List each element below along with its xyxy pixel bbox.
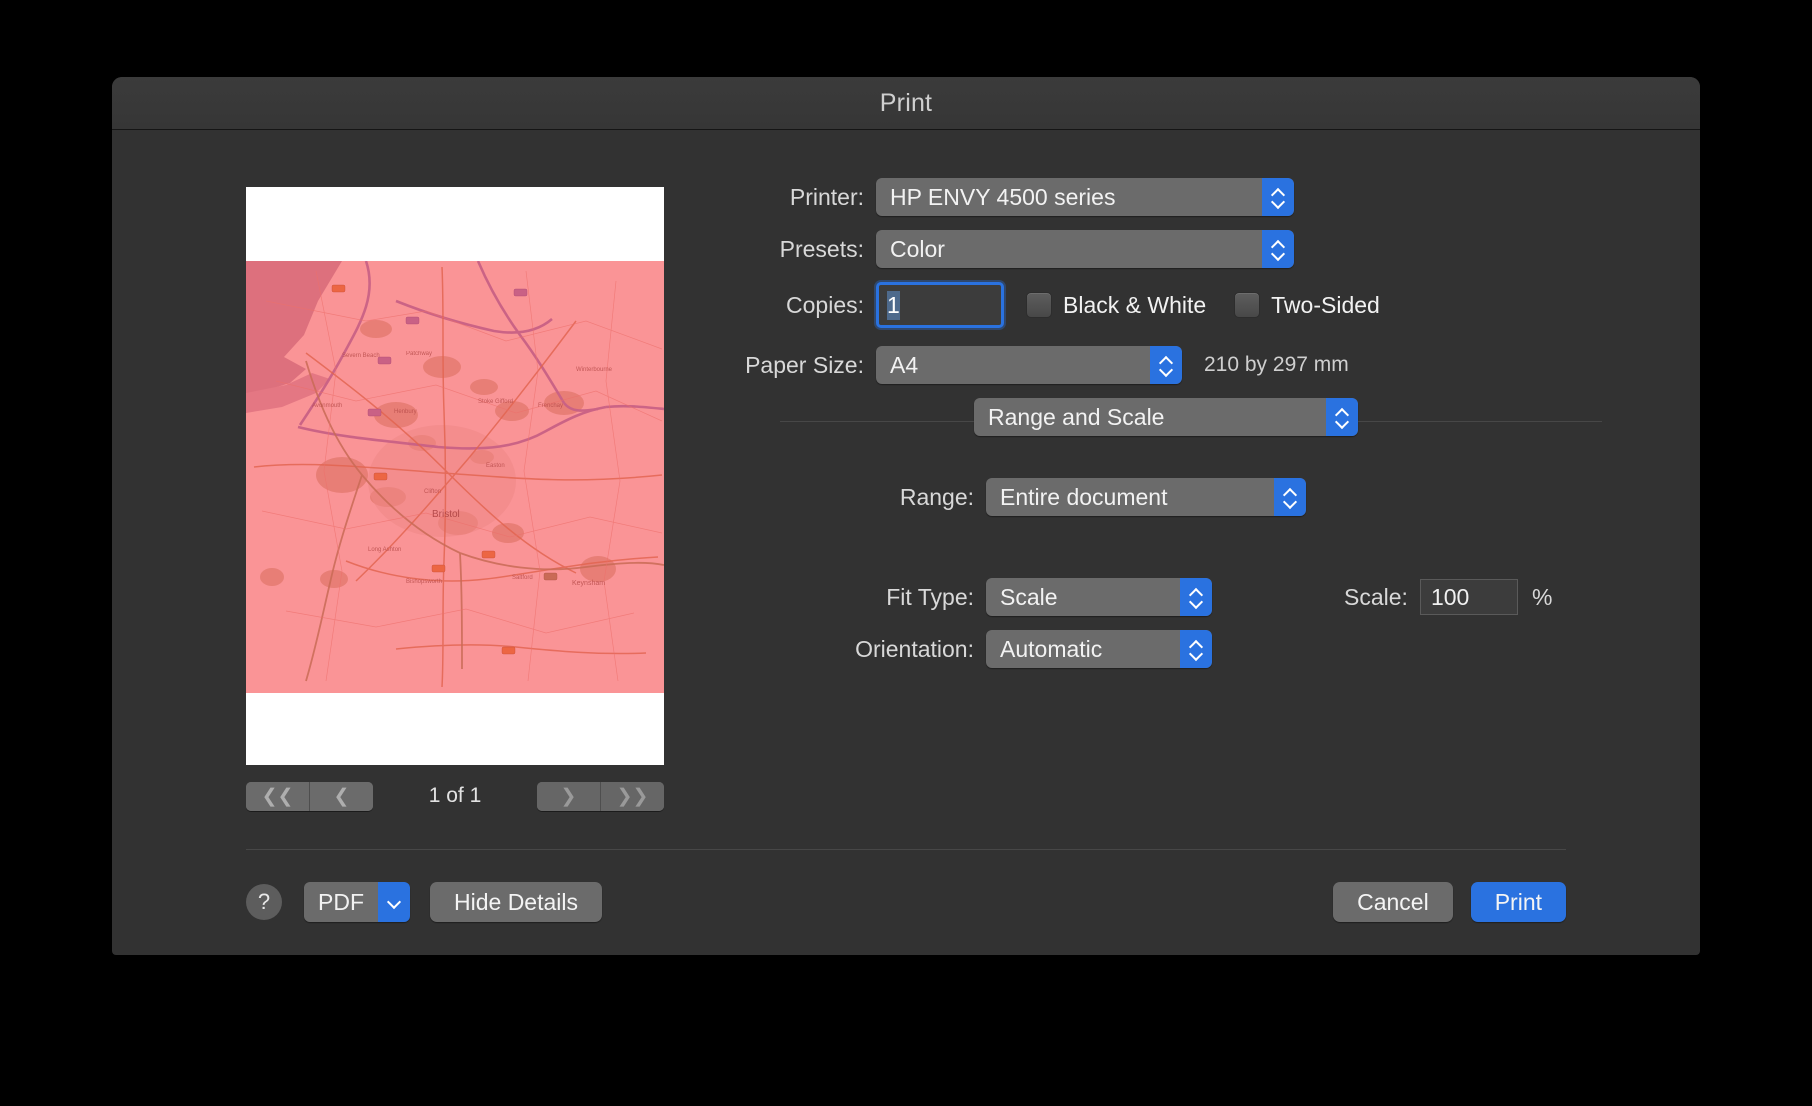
scale-label: Scale:: [1344, 583, 1408, 610]
scale-input[interactable]: 100: [1419, 579, 1518, 615]
cancel-button[interactable]: Cancel: [1333, 882, 1453, 922]
screen: Print ❮❮ ❮ 1 of 1 ❯ ❯❯ Printer: HP ENVY …: [0, 0, 1812, 1106]
orientation-stepper-icon[interactable]: [1180, 630, 1212, 668]
fit-type-select[interactable]: Scale: [986, 578, 1212, 616]
two-sided-checkbox-group[interactable]: Two-Sided: [1234, 292, 1380, 319]
print-button[interactable]: Print: [1470, 882, 1566, 922]
printer-label: Printer:: [789, 183, 864, 210]
paper-size-row: Paper Size: A4 210 by 297 mm: [702, 346, 1602, 384]
presets-value: Color: [890, 235, 945, 262]
fit-type-label: Fit Type:: [886, 583, 974, 610]
printer-row: Printer: HP ENVY 4500 series: [702, 178, 1602, 216]
two-sided-label: Two-Sided: [1271, 291, 1380, 318]
paper-dimensions-note: 210 by 297 mm: [1204, 353, 1349, 376]
print-pane-value: Range and Scale: [988, 403, 1165, 430]
preview-column: Bristol Keynsham Easton Clifton Frenchay…: [246, 187, 664, 811]
range-label: Range:: [899, 483, 974, 510]
dialog-footer: ? PDF Hide Details Cancel Print: [246, 876, 1566, 928]
copies-value: 1: [887, 290, 900, 320]
copies-label: Copies:: [786, 291, 864, 318]
copies-input[interactable]: 1: [876, 282, 1004, 328]
printer-select[interactable]: HP ENVY 4500 series: [876, 178, 1294, 216]
print-pane-select[interactable]: Range and Scale: [974, 398, 1358, 436]
paper-size-label: Paper Size:: [745, 351, 864, 378]
footer-separator: [246, 849, 1566, 850]
last-page-button[interactable]: ❯❯: [599, 781, 664, 811]
range-stepper-icon[interactable]: [1274, 478, 1306, 516]
page-indicator: 1 of 1: [428, 784, 482, 807]
paper-size-select[interactable]: A4: [876, 346, 1182, 384]
previous-page-button[interactable]: ❮: [309, 781, 373, 811]
dialog-titlebar: Print: [112, 77, 1700, 130]
nav-group-back: ❮❮ ❮: [246, 781, 373, 811]
map-preview-image: Bristol Keynsham Easton Clifton Frenchay…: [246, 261, 664, 693]
paper-size-value: A4: [890, 351, 919, 378]
pdf-button[interactable]: PDF: [304, 882, 410, 922]
dialog-title: Print: [879, 88, 933, 117]
orientation-label: Orientation:: [855, 635, 974, 662]
orientation-select[interactable]: Automatic: [986, 630, 1212, 668]
presets-stepper-icon[interactable]: [1262, 230, 1294, 268]
copies-row: Copies: 1 Black & White Two-Sided: [702, 282, 1602, 328]
nav-group-forward: ❯ ❯❯: [536, 781, 664, 811]
black-and-white-checkbox-group[interactable]: Black & White: [1026, 292, 1206, 319]
map-color-overlay: [246, 261, 664, 693]
next-page-button[interactable]: ❯: [536, 781, 600, 811]
range-select[interactable]: Entire document: [986, 478, 1306, 516]
presets-label: Presets:: [779, 235, 864, 262]
orientation-value: Automatic: [1000, 635, 1103, 662]
scale-value: 100: [1430, 583, 1470, 610]
presets-select[interactable]: Color: [876, 230, 1294, 268]
hide-details-button[interactable]: Hide Details: [430, 882, 602, 922]
dialog-body: Bristol Keynsham Easton Clifton Frenchay…: [112, 130, 1700, 955]
help-button[interactable]: ?: [246, 884, 282, 920]
range-row: Range: Entire document: [702, 478, 1602, 516]
printer-stepper-icon[interactable]: [1262, 178, 1294, 216]
fit-type-value: Scale: [1000, 583, 1058, 610]
chevron-down-icon[interactable]: [378, 882, 410, 922]
page-preview[interactable]: Bristol Keynsham Easton Clifton Frenchay…: [246, 187, 664, 765]
first-page-button[interactable]: ❮❮: [246, 781, 309, 811]
fit-type-stepper-icon[interactable]: [1180, 578, 1212, 616]
black-and-white-label: Black & White: [1063, 291, 1207, 318]
presets-row: Presets: Color: [702, 230, 1602, 268]
controls-column: Printer: HP ENVY 4500 series Presets: Co…: [702, 178, 1602, 682]
print-pane-stepper-icon[interactable]: [1326, 398, 1358, 436]
pane-separator: Range and Scale: [702, 398, 1602, 444]
pdf-button-label: PDF: [304, 882, 378, 922]
paper-size-stepper-icon[interactable]: [1150, 346, 1182, 384]
orientation-row: Orientation: Automatic: [702, 630, 1602, 668]
scale-group: Scale: 100 %: [1344, 579, 1552, 615]
two-sided-checkbox[interactable]: [1234, 292, 1261, 318]
scale-unit: %: [1531, 583, 1553, 610]
black-and-white-checkbox[interactable]: [1026, 292, 1052, 318]
range-value: Entire document: [1000, 483, 1168, 510]
print-dialog: Print ❮❮ ❮ 1 of 1 ❯ ❯❯ Printer: HP ENVY …: [112, 77, 1700, 955]
page-navigation: ❮❮ ❮ 1 of 1 ❯ ❯❯: [246, 781, 664, 811]
printer-value: HP ENVY 4500 series: [890, 183, 1116, 210]
fit-type-row: Fit Type: Scale Scale: 100 %: [702, 578, 1602, 616]
